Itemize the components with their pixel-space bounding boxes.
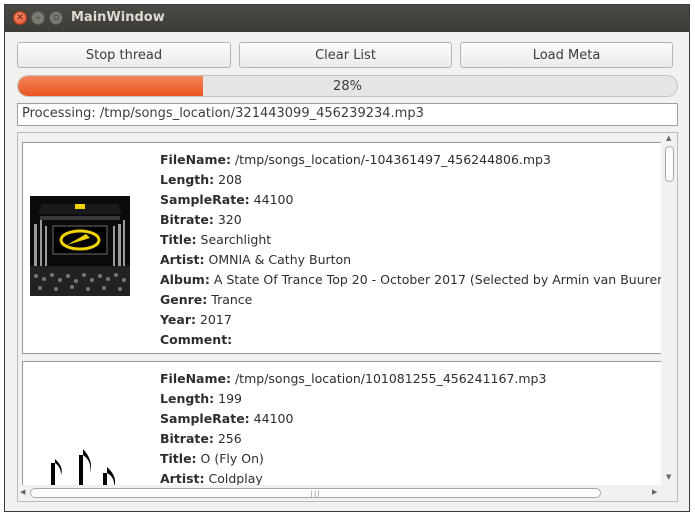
album-art-image: [30, 196, 130, 296]
vertical-scrollbar[interactable]: ▲ ▼: [663, 133, 677, 485]
window-title: MainWindow: [71, 10, 165, 25]
filename-label: FileName:: [160, 371, 231, 386]
title-label: Title:: [160, 232, 197, 247]
close-window-button[interactable]: ✕: [13, 11, 27, 25]
filename-row: FileName: /tmp/songs_location/-104361497…: [160, 150, 661, 170]
scroll-left-arrow-icon[interactable]: ◀: [20, 488, 25, 496]
load-meta-button[interactable]: Load Meta: [460, 42, 673, 68]
progress-text: 28%: [333, 78, 362, 94]
main-window: ✕ – ▫ MainWindow Stop thread Clear List …: [4, 4, 690, 512]
samplerate-label: SampleRate:: [160, 411, 250, 426]
length-value: 199: [218, 391, 243, 406]
genre-label: Genre:: [160, 292, 208, 307]
samplerate-row: SampleRate: 44100: [160, 409, 546, 429]
title-value: Searchlight: [200, 232, 272, 247]
artist-value: OMNIA & Cathy Burton: [208, 252, 352, 267]
comment-row: Comment:: [160, 330, 661, 350]
bitrate-row: Bitrate: 256: [160, 429, 546, 449]
track-metadata: FileName: /tmp/songs_location/101081255_…: [160, 369, 546, 485]
album-row: Album: A State Of Trance Top 20 - Octobe…: [160, 270, 661, 290]
title-bar: ✕ – ▫ MainWindow: [5, 5, 689, 32]
bitrate-row: Bitrate: 320: [160, 210, 661, 230]
filename-label: FileName:: [160, 152, 231, 167]
bitrate-value: 320: [217, 212, 242, 227]
length-row: Length: 208: [160, 170, 661, 190]
bitrate-label: Bitrate:: [160, 431, 214, 446]
length-label: Length:: [160, 172, 215, 187]
title-label: Title:: [160, 451, 197, 466]
track-list-scroll-area[interactable]: FileName: /tmp/songs_location/-104361497…: [17, 132, 678, 502]
album-label: Album:: [160, 272, 210, 287]
horizontal-scroll-thumb[interactable]: |||: [30, 488, 601, 498]
filename-value: /tmp/songs_location/-104361497_456244806…: [234, 152, 551, 167]
bitrate-label: Bitrate:: [160, 212, 214, 227]
title-value: O (Fly On): [200, 451, 264, 466]
samplerate-value: 44100: [253, 411, 294, 426]
genre-value: Trance: [211, 292, 253, 307]
artist-row: Artist: Coldplay: [160, 469, 546, 485]
track-list: FileName: /tmp/songs_location/-104361497…: [18, 133, 661, 485]
length-label: Length:: [160, 391, 215, 406]
bitrate-value: 256: [217, 431, 242, 446]
artist-label: Artist:: [160, 471, 205, 485]
horizontal-scrollbar[interactable]: ◀ ||| ▶: [18, 485, 663, 501]
close-icon: ✕: [16, 12, 24, 23]
samplerate-value: 44100: [253, 192, 294, 207]
track-card: FileName: /tmp/songs_location/-104361497…: [22, 142, 661, 354]
artist-row: Artist: OMNIA & Cathy Burton: [160, 250, 661, 270]
album-value: A State Of Trance Top 20 - October 2017 …: [213, 272, 661, 287]
year-value: 2017: [199, 312, 232, 327]
title-row: Title: O (Fly On): [160, 449, 546, 469]
progress-bar: 28%: [17, 75, 678, 97]
clear-list-button[interactable]: Clear List: [239, 42, 452, 68]
artist-label: Artist:: [160, 252, 205, 267]
title-row: Title: Searchlight: [160, 230, 661, 250]
artist-value: Coldplay: [208, 471, 263, 485]
music-notes-icon: [51, 449, 116, 485]
scroll-down-arrow-icon[interactable]: ▼: [666, 473, 671, 481]
grip-icon: |||: [310, 490, 321, 498]
year-label: Year:: [160, 312, 196, 327]
stop-thread-button[interactable]: Stop thread: [17, 42, 231, 68]
filename-value: /tmp/songs_location/101081255_456241167.…: [234, 371, 547, 386]
genre-row: Genre: Trance: [160, 290, 661, 310]
filename-row: FileName: /tmp/songs_location/101081255_…: [160, 369, 546, 389]
length-value: 208: [218, 172, 243, 187]
minimize-window-button[interactable]: –: [31, 11, 45, 25]
track-card: FileName: /tmp/songs_location/101081255_…: [22, 361, 661, 485]
comment-label: Comment:: [160, 332, 233, 347]
samplerate-row: SampleRate: 44100: [160, 190, 661, 210]
scroll-right-arrow-icon[interactable]: ▶: [652, 488, 657, 496]
length-row: Length: 199: [160, 389, 546, 409]
maximize-icon: ▫: [52, 12, 60, 23]
status-field[interactable]: Processing: /tmp/songs_location/32144309…: [17, 103, 678, 126]
vertical-scroll-thumb[interactable]: [665, 146, 674, 182]
year-row: Year: 2017: [160, 310, 661, 330]
samplerate-label: SampleRate:: [160, 192, 250, 207]
minimize-icon: –: [35, 12, 41, 23]
scroll-up-arrow-icon[interactable]: ▲: [666, 134, 671, 142]
maximize-window-button[interactable]: ▫: [49, 11, 63, 25]
track-metadata: FileName: /tmp/songs_location/-104361497…: [160, 150, 661, 350]
